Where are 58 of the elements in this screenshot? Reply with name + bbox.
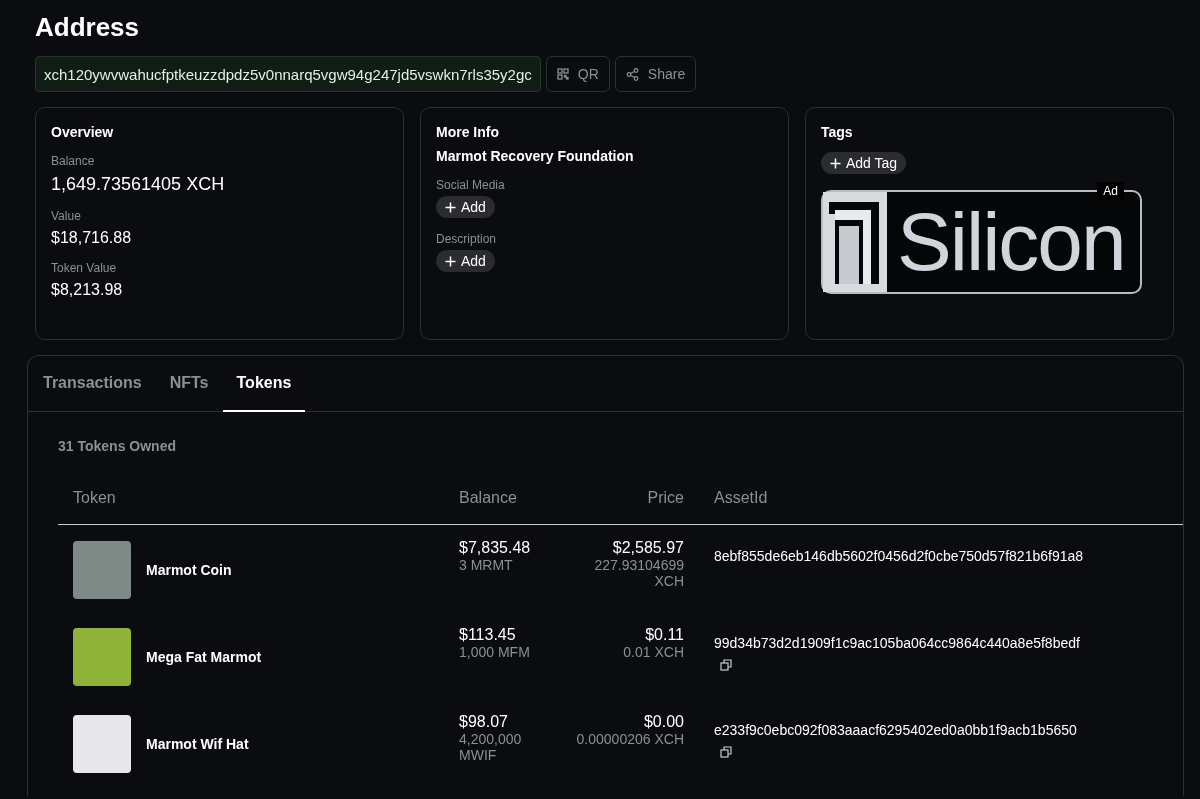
price-value: $0.00: [642, 713, 684, 731]
share-icon: [625, 67, 639, 81]
asset-id: e233f9c0ebc092f083aaacf6295402ed0a0bb1f9acb1b5650: [714, 721, 1078, 738]
token-image: [73, 541, 131, 599]
plus-icon: [445, 255, 456, 267]
card-title: More Info: [436, 124, 500, 140]
add-tag-button[interactable]: Add Tag: [821, 152, 907, 174]
price-xch: 227.93104699 XCH: [593, 557, 684, 589]
tokens-count: 31 Tokens Owned: [58, 438, 177, 454]
add-button[interactable]: Add: [436, 250, 495, 272]
token-amount: 4,200,000 MWIF: [459, 731, 523, 763]
field-value: $8,213.98: [51, 281, 124, 299]
qr-button[interactable]: QR: [545, 56, 610, 92]
field-label: Balance: [51, 154, 96, 168]
logo-mark-icon: [823, 192, 889, 292]
tab[interactable]: NFTs: [155, 356, 223, 412]
price-value: $2,585.97: [611, 539, 684, 557]
qr-code-icon: [556, 68, 569, 80]
token-amount: 3 MRMT: [459, 557, 514, 573]
copy-icon[interactable]: [720, 659, 732, 671]
card-title: Tags: [821, 124, 854, 140]
field-value: $18,716.88: [51, 229, 133, 247]
foundation-name: Marmot Recovery Foundation: [436, 148, 635, 164]
asset-id: 99d34b73d2d1909f1c9ac105ba064cc9864c440a8e5f8bedf: [714, 634, 1081, 651]
field-value: 1,649.73561405 XCH: [51, 174, 226, 195]
add-button[interactable]: Add: [436, 196, 495, 218]
asset-id: 8ebf855de6eb146db5602f0456d2f0cbe750d57f821b6f91a8: [714, 547, 1085, 564]
balance-value: $7,835.48: [459, 539, 532, 557]
price-value: $0.11: [644, 626, 684, 644]
plus-icon: [445, 201, 456, 213]
field-label: Social Media: [436, 178, 506, 192]
plus-icon: [830, 157, 841, 169]
balance-value: $98.07: [459, 713, 509, 731]
column-header: Token: [58, 489, 459, 525]
column-header: Price: [554, 489, 684, 525]
field-label: Value: [51, 209, 82, 223]
token-name: Mega Fat Marmot: [146, 649, 262, 665]
token-image: [73, 715, 131, 773]
price-xch: 0.00000206 XCH: [575, 731, 684, 747]
token-image: [73, 628, 131, 686]
column-header: AssetId: [684, 489, 1183, 525]
ad-badge: Ad: [1097, 182, 1124, 200]
token-name: Marmot Wif Hat: [146, 736, 249, 752]
field-label: Token Value: [51, 261, 118, 275]
tab[interactable]: Tokens: [222, 356, 306, 412]
token-name: Marmot Coin: [146, 562, 232, 578]
tab[interactable]: Transactions: [43, 356, 156, 412]
page-title: Address: [35, 12, 141, 42]
field-label: Description: [436, 232, 498, 246]
copy-icon[interactable]: [720, 746, 732, 758]
balance-value: $113.45: [459, 626, 517, 644]
price-xch: 0.01 XCH: [622, 644, 684, 660]
column-header: Balance: [459, 489, 554, 525]
address-field[interactable]: xch120ywvwahucfptkeuzzdpdz5v0nnarq5vgw94g247jd5vswkn7rls35y2gc: [35, 56, 541, 92]
share-button[interactable]: Share: [614, 56, 697, 92]
ad-brand-text: Silicon: [897, 201, 1125, 283]
card-title: Overview: [51, 124, 115, 140]
token-amount: 1,000 MFM: [459, 644, 531, 660]
